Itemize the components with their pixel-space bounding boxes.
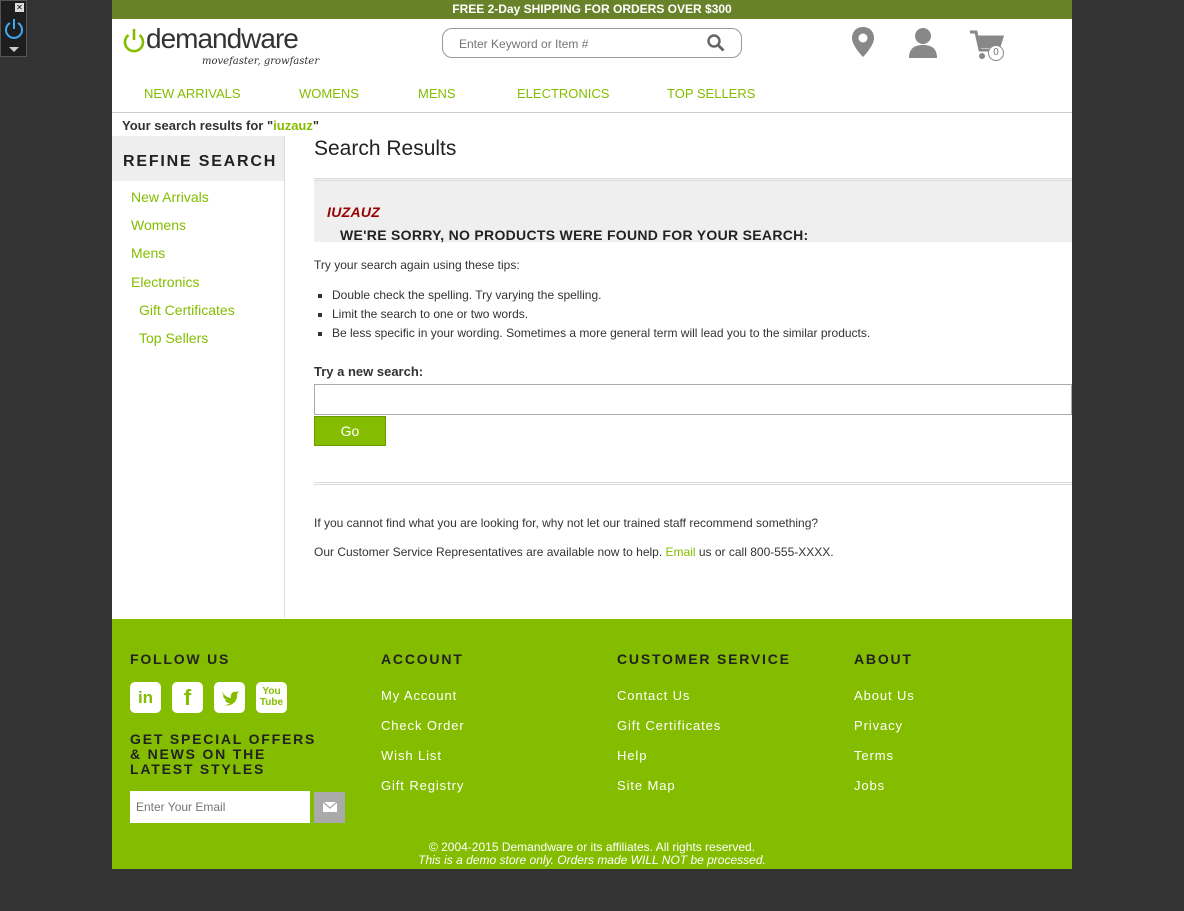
list-item: Be less specific in your wording. Someti… <box>332 327 870 346</box>
nav-new-arrivals[interactable]: NEW ARRIVALS <box>144 86 241 101</box>
search-icon[interactable] <box>707 34 725 52</box>
footer-link-gift-certificates[interactable]: Gift Certificates <box>617 718 721 733</box>
footer-link-wish-list[interactable]: Wish List <box>381 748 442 763</box>
account-icon[interactable] <box>907 27 939 59</box>
refine-search-title: REFINE SEARCH <box>112 136 284 181</box>
header: demandware movefaster, growfaster 0 <box>112 19 1072 75</box>
facebook-icon[interactable]: f <box>172 682 203 713</box>
nav-mens[interactable]: MENS <box>418 86 456 101</box>
page: FREE 2-Day SHIPPING FOR ORDERS OVER $300… <box>112 0 1072 869</box>
breadcrumb-query: iuzauz <box>273 118 313 133</box>
footer-link-gift-registry[interactable]: Gift Registry <box>381 778 464 793</box>
youtube-icon[interactable]: You Tube <box>256 682 287 713</box>
footer: FOLLOW US in f You Tube GET SPECIAL OFFE… <box>112 619 1072 869</box>
list-item: Limit the search to one or two words. <box>332 308 870 327</box>
page-title: Search Results <box>314 137 457 160</box>
refine-mens[interactable]: Mens <box>131 245 165 261</box>
nav-womens[interactable]: WOMENS <box>299 86 359 101</box>
search-tips-list: Double check the spelling. Try varying t… <box>314 289 870 346</box>
refine-womens[interactable]: Womens <box>131 217 186 233</box>
no-results-query: IUZAUZ <box>327 204 381 220</box>
footer-link-check-order[interactable]: Check Order <box>381 718 465 733</box>
help-text: If you cannot find what you are looking … <box>314 516 819 530</box>
footer-link-privacy[interactable]: Privacy <box>854 718 903 733</box>
email-link[interactable]: Email <box>666 545 696 559</box>
cart-count-badge: 0 <box>988 45 1004 61</box>
divider <box>314 482 1072 488</box>
chevron-down-icon[interactable] <box>9 47 19 52</box>
follow-us-heading: FOLLOW US <box>130 651 231 667</box>
footer-link-jobs[interactable]: Jobs <box>854 778 885 793</box>
new-search-label: Try a new search: <box>314 364 424 379</box>
promo-banner: FREE 2-Day SHIPPING FOR ORDERS OVER $300 <box>112 0 1072 19</box>
new-search-input[interactable] <box>314 384 1072 415</box>
logo-brand: demandware <box>146 23 299 54</box>
power-icon[interactable] <box>3 17 25 41</box>
power-logo-icon <box>123 29 145 53</box>
footer-link-help[interactable]: Help <box>617 748 647 763</box>
refine-top-sellers[interactable]: Top Sellers <box>139 330 208 346</box>
refine-gift-certificates[interactable]: Gift Certificates <box>139 302 235 318</box>
account-heading: ACCOUNT <box>381 651 464 667</box>
refine-electronics[interactable]: Electronics <box>131 274 199 290</box>
refine-new-arrivals[interactable]: New Arrivals <box>131 189 209 205</box>
refine-sidebar: REFINE SEARCH New Arrivals Womens Mens E… <box>112 136 285 618</box>
newsletter-submit-button[interactable] <box>314 792 345 823</box>
search-box <box>442 28 742 58</box>
copyright: © 2004-2015 Demandware or its affiliates… <box>112 841 1072 867</box>
footer-link-my-account[interactable]: My Account <box>381 688 457 703</box>
special-offers-heading: GET SPECIAL OFFERS & NEWS ON THE LATEST … <box>130 731 317 777</box>
tips-intro: Try your search again using these tips: <box>314 258 520 272</box>
footer-link-contact-us[interactable]: Contact Us <box>617 688 690 703</box>
close-icon[interactable]: ✕ <box>15 3 24 12</box>
go-button[interactable]: Go <box>314 416 386 446</box>
envelope-icon <box>322 801 337 812</box>
store-locator-icon[interactable] <box>851 26 875 58</box>
no-results-message: WE'RE SORRY, NO PRODUCTS WERE FOUND FOR … <box>314 178 1072 243</box>
main-nav: NEW ARRIVALS WOMENS MENS ELECTRONICS TOP… <box>112 75 1072 113</box>
footer-link-about-us[interactable]: About Us <box>854 688 915 703</box>
footer-link-site-map[interactable]: Site Map <box>617 778 676 793</box>
linkedin-icon[interactable]: in <box>130 682 161 713</box>
about-heading: ABOUT <box>854 651 913 667</box>
demo-notice: This is a demo store only. Orders made W… <box>418 853 766 867</box>
nav-top-sellers[interactable]: TOP SELLERS <box>667 86 755 101</box>
nav-electronics[interactable]: ELECTRONICS <box>517 86 609 101</box>
contact-text: Our Customer Service Representatives are… <box>314 545 834 559</box>
search-breadcrumb: Your search results for "iuzauz" <box>122 118 320 133</box>
footer-link-terms[interactable]: Terms <box>854 748 894 763</box>
twitter-icon[interactable] <box>214 682 245 713</box>
logo-tagline: movefaster, growfaster <box>202 56 320 67</box>
list-item: Double check the spelling. Try varying t… <box>332 289 870 308</box>
newsletter-email-input[interactable] <box>130 791 310 823</box>
search-input[interactable] <box>457 34 691 54</box>
customer-service-heading: CUSTOMER SERVICE <box>617 651 791 667</box>
power-widget[interactable]: ✕ <box>0 0 27 57</box>
